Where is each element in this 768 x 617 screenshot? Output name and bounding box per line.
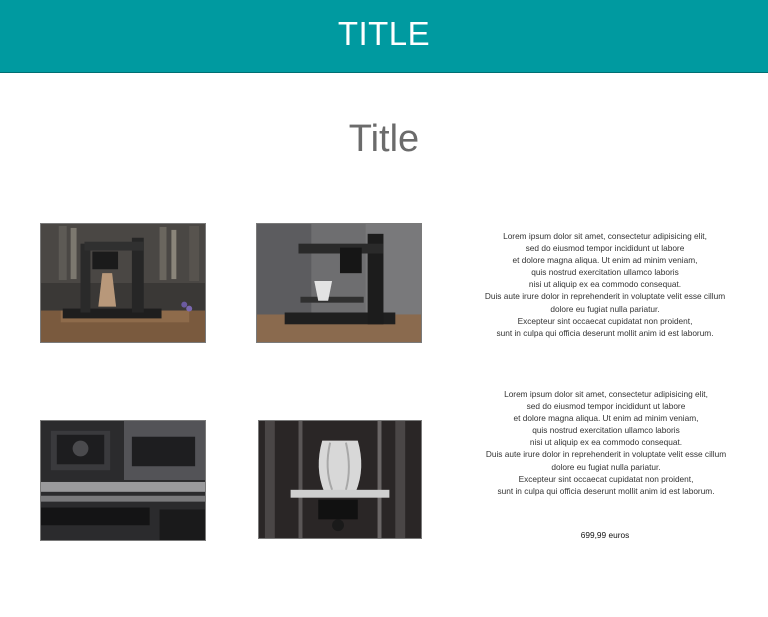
product-photo-4 xyxy=(258,420,422,539)
product-photo-3 xyxy=(40,420,206,541)
page-title: Title xyxy=(348,118,420,160)
page: TITLE Title Lorem ipsum dolor sit amet, … xyxy=(0,0,768,617)
product-price: 699,99 euros xyxy=(580,530,630,540)
header-title: TITLE xyxy=(337,15,431,52)
product-description-2: Lorem ipsum dolor sit amet, consectetur … xyxy=(485,389,727,496)
header-bar: TITLE xyxy=(0,0,768,73)
product-description-1: Lorem ipsum dolor sit amet, consectetur … xyxy=(484,231,726,338)
product-photo-1 xyxy=(40,223,206,343)
product-photo-2 xyxy=(256,223,422,343)
